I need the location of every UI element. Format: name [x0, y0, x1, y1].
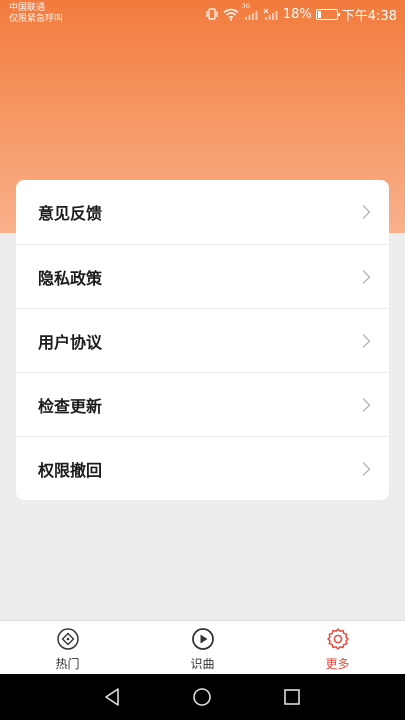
vibrate-icon [205, 7, 219, 21]
recents-button[interactable] [283, 687, 301, 707]
tab-label: 更多 [325, 657, 350, 671]
compass-icon [56, 627, 80, 651]
status-bar: 中国联通 仅限紧急呼叫 3G 18% 下午4:38 [0, 0, 405, 28]
menu-item-user-agreement[interactable]: 用户协议 [16, 308, 389, 372]
system-nav-bar [0, 674, 405, 720]
chevron-right-icon [361, 204, 371, 220]
signal-empty-icon [263, 8, 279, 21]
play-circle-icon [191, 627, 215, 651]
menu-item-label: 隐私政策 [38, 268, 103, 288]
home-button[interactable] [192, 687, 212, 707]
tab-hot[interactable]: 热门 [0, 621, 135, 674]
menu-item-check-update[interactable]: 检查更新 [16, 372, 389, 436]
back-button[interactable] [103, 687, 121, 707]
carrier-name: 中国联通 [9, 3, 46, 13]
tab-label: 热门 [55, 657, 80, 671]
battery-percent: 18% [282, 6, 312, 22]
tab-more[interactable]: 更多 [270, 621, 405, 674]
menu-item-label: 意见反馈 [38, 204, 103, 223]
carrier-status: 仅限紧急呼叫 [9, 14, 64, 24]
gear-icon [326, 627, 350, 651]
wifi-icon [223, 8, 239, 21]
chevron-right-icon [361, 333, 371, 349]
settings-menu: 意见反馈 隐私政策 用户协议 检查更新 权限撤回 [16, 180, 389, 500]
chevron-right-icon [361, 461, 371, 477]
signal-3g-icon: 3G [242, 3, 259, 21]
tab-label: 识曲 [190, 657, 215, 671]
chevron-right-icon [361, 397, 371, 413]
menu-item-privacy-policy[interactable]: 隐私政策 [16, 244, 389, 308]
carrier-info: 中国联通 仅限紧急呼叫 [9, 3, 63, 25]
menu-item-label: 权限撤回 [38, 460, 103, 480]
bottom-tab-bar: 热门 识曲 更多 [0, 620, 405, 674]
chevron-right-icon [361, 269, 371, 285]
battery-level [317, 10, 321, 18]
clock: 下午4:38 [341, 8, 397, 24]
status-icons: 3G 18% 下午4:38 [205, 3, 397, 24]
battery-icon [315, 8, 340, 20]
menu-item-feedback[interactable]: 意见反馈 [16, 180, 389, 244]
network-badge: 3G [241, 2, 251, 10]
menu-item-label: 用户协议 [38, 332, 103, 352]
tab-identify-song[interactable]: 识曲 [135, 621, 270, 674]
menu-item-revoke-permissions[interactable]: 权限撤回 [16, 436, 389, 500]
menu-item-label: 检查更新 [38, 396, 103, 416]
